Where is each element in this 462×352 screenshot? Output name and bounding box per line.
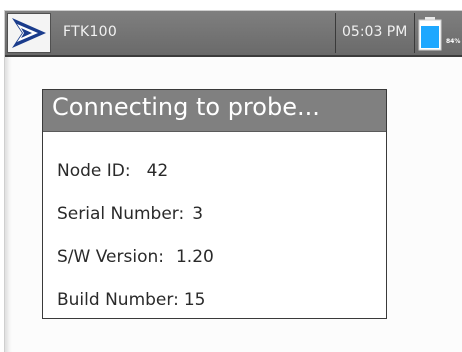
dialog-title: Connecting to probe...: [52, 93, 320, 121]
build-number-value: 15: [183, 290, 206, 310]
clock: 05:03 PM: [335, 13, 415, 53]
sw-version-row: S/W Version: 1.20: [57, 247, 214, 267]
status-bar: FTK100 05:03 PM 84%: [5, 11, 462, 57]
build-number-label: Build Number:: [57, 290, 179, 310]
arrow-chevron-logo-icon: [12, 18, 46, 48]
device-screen: FTK100 05:03 PM 84% Connecting to probe.…: [4, 10, 462, 352]
battery-icon: [418, 17, 442, 51]
serial-number-row: Serial Number: 3: [57, 204, 203, 224]
sw-version-value: 1.20: [175, 247, 214, 267]
clock-time: 05:03 PM: [342, 24, 408, 40]
logo-button[interactable]: [7, 13, 51, 53]
node-id-label: Node ID:: [57, 161, 131, 181]
sw-version-label: S/W Version:: [57, 247, 164, 267]
node-id-row: Node ID: 42: [57, 161, 168, 181]
serial-number-value: 3: [192, 204, 204, 224]
dialog-header: Connecting to probe...: [43, 90, 386, 132]
node-id-value: 42: [146, 161, 169, 181]
battery-indicator: 84%: [415, 13, 462, 53]
battery-percent: 84%: [446, 38, 461, 45]
build-number-row: Build Number: 15: [57, 290, 205, 310]
device-name: FTK100: [63, 24, 118, 40]
connecting-dialog: Connecting to probe... Node ID: 42 Serial…: [42, 89, 387, 319]
serial-number-label: Serial Number:: [57, 204, 185, 224]
